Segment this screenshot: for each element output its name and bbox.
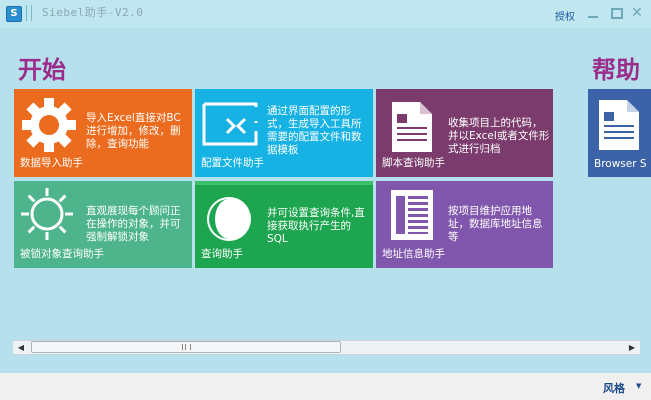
tile-description: 收集项目上的代码，并以Excel或者文件形式进行归档 bbox=[448, 117, 550, 155]
title-bar: S Siebel助手-V2.0 授权 ✕ bbox=[0, 0, 651, 28]
tile-description: 并可设置查询条件,直接获取执行产生的SQL bbox=[267, 207, 365, 245]
footer-bar: 风格 ▼ bbox=[0, 373, 651, 400]
tile-query[interactable]: 并可设置查询条件,直接获取执行产生的SQL 查询助手 bbox=[195, 181, 373, 268]
app-logo-icon: S bbox=[6, 6, 22, 22]
scrollbar-thumb[interactable] bbox=[31, 341, 341, 353]
tile-label: 脚本查询助手 bbox=[382, 157, 445, 169]
newspaper-icon bbox=[391, 190, 433, 240]
tile-locked-objects[interactable]: 直观展现每个顾问正在操作的对象，并可强制解锁对象 被锁对象查询助手 bbox=[14, 181, 192, 268]
tile-description: 直观展现每个顾问正在操作的对象，并可强制解锁对象 bbox=[86, 205, 181, 243]
scroll-right-arrow-icon[interactable]: ▶ bbox=[624, 341, 640, 354]
tile-label: 被锁对象查询助手 bbox=[20, 248, 104, 260]
style-menu-button[interactable]: 风格 bbox=[603, 380, 625, 396]
tile-description: 按项目维护应用地址，数据库地址信息等 bbox=[448, 205, 543, 243]
tile-description: 通过界面配置的形式，生成导入工具所需要的配置文件和数据模板 bbox=[267, 105, 362, 156]
minimize-icon[interactable] bbox=[587, 7, 599, 19]
window-title: Siebel助手-V2.0 bbox=[42, 6, 144, 19]
tile-data-import[interactable]: 导入Excel直接对BC进行增加，修改，删除，查询功能 数据导入助手 bbox=[14, 89, 192, 177]
tile-config-file[interactable]: 通过界面配置的形式，生成导入工具所需要的配置文件和数据模板 配置文件助手 bbox=[195, 89, 373, 177]
close-icon[interactable]: ✕ bbox=[631, 6, 643, 20]
tile-label: Browser S bbox=[594, 158, 647, 170]
scroll-left-arrow-icon[interactable]: ◀ bbox=[13, 341, 29, 354]
maximize-icon[interactable] bbox=[611, 8, 623, 19]
grip-icon bbox=[182, 344, 191, 350]
section-title-start: 开始 bbox=[18, 56, 66, 84]
section-title-help: 帮助 bbox=[592, 56, 640, 84]
title-divider bbox=[31, 5, 32, 21]
tile-highlight-bar bbox=[195, 181, 373, 185]
authorize-link[interactable]: 授权 bbox=[555, 8, 575, 23]
screen-arrows-icon bbox=[202, 102, 258, 146]
tile-script-query[interactable]: 收集项目上的代码，并以Excel或者文件形式进行归档 脚本查询助手 bbox=[376, 89, 553, 177]
tile-browser-help[interactable]: Browser S bbox=[588, 89, 651, 177]
tile-description: 导入Excel直接对BC进行增加，修改，删除，查询功能 bbox=[86, 112, 181, 150]
gear-icon bbox=[22, 98, 76, 152]
document-icon bbox=[392, 102, 432, 152]
sun-icon bbox=[21, 188, 73, 240]
tile-label: 查询助手 bbox=[201, 248, 243, 260]
tile-label: 数据导入助手 bbox=[20, 157, 83, 169]
horizontal-scrollbar[interactable]: ◀ ▶ bbox=[13, 340, 640, 355]
tile-address-info[interactable]: 按项目维护应用地址，数据库地址信息等 地址信息助手 bbox=[376, 181, 553, 268]
chevron-down-icon[interactable]: ▼ bbox=[636, 382, 641, 390]
word-doc-icon bbox=[599, 100, 639, 150]
title-divider bbox=[26, 5, 27, 21]
moon-icon bbox=[207, 197, 251, 241]
tile-label: 地址信息助手 bbox=[382, 248, 445, 260]
tile-label: 配置文件助手 bbox=[201, 157, 264, 169]
